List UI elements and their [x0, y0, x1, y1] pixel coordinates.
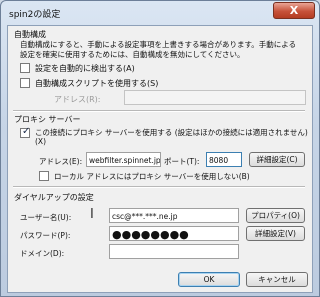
domain-field[interactable]	[109, 244, 239, 259]
auto-detect-checkbox[interactable]	[20, 63, 30, 73]
proxy-heading: プロキシ サーバー	[14, 115, 81, 124]
properties-button[interactable]: プロパティ(O)	[246, 208, 305, 223]
proxy-advanced-button[interactable]: 詳細設定(C)	[249, 152, 305, 167]
username-label: ユーザー名(U):	[20, 213, 72, 222]
dialup-heading: ダイヤルアップの設定	[14, 193, 94, 202]
script-address-label: アドレス(R):	[54, 95, 101, 104]
dialup-advanced-button[interactable]: 詳細設定(V)	[246, 226, 305, 241]
port-field[interactable]: 8080	[206, 152, 242, 167]
script-address-field[interactable]	[124, 90, 306, 105]
separator	[13, 110, 305, 112]
bypass-local-label[interactable]: ローカル アドレスにはプロキシ サーバーを使用しない(B)	[54, 171, 250, 182]
auto-config-note-line2: 設定を確実に使用するためには、自動構成を無効にしてください。	[20, 50, 245, 59]
use-proxy-label-line2[interactable]: (X)	[35, 137, 46, 146]
domain-label: ドメイン(D):	[20, 249, 65, 258]
cancel-button[interactable]: キャンセル	[246, 272, 308, 287]
dialog-content: 自動構成 自動構成にすると、手動による設定事項を上書きする場合があります。手動に…	[7, 25, 313, 293]
port-label: ポート(T):	[164, 157, 200, 166]
text-cursor-icon: I	[90, 207, 94, 222]
username-field[interactable]: csc@***.***.ne.jp	[109, 208, 239, 223]
window-title: spin2の設定	[9, 10, 61, 20]
use-script-checkbox[interactable]	[20, 78, 30, 88]
close-button[interactable]: X	[273, 2, 315, 19]
auto-config-heading: 自動構成	[14, 30, 46, 39]
password-field[interactable]: ●●●●●●●●	[109, 226, 239, 241]
dialog-window: spin2の設定 X 自動構成 自動構成にすると、手動による設定事項を上書きする…	[0, 0, 320, 297]
title-bar[interactable]: spin2の設定 X	[1, 1, 319, 23]
proxy-address-field[interactable]: webfilter.spinnet.jp	[86, 152, 161, 167]
use-proxy-label-line1[interactable]: この接続にプロキシ サーバーを使用する (設定はほかの接続には適用されません)	[35, 127, 308, 138]
separator	[13, 186, 305, 188]
proxy-address-label: アドレス(E):	[39, 157, 83, 166]
auto-config-note-line1: 自動構成にすると、手動による設定事項を上書きする場合があります。手動による	[20, 40, 297, 49]
use-script-label[interactable]: 自動構成スクリプトを使用する(S)	[35, 78, 158, 89]
auto-detect-label[interactable]: 設定を自動的に検出する(A)	[35, 63, 135, 74]
use-proxy-checkbox[interactable]	[20, 126, 30, 138]
password-label: パスワード(P):	[20, 231, 71, 240]
bypass-local-checkbox[interactable]	[39, 171, 49, 181]
ok-button[interactable]: OK	[178, 272, 240, 287]
